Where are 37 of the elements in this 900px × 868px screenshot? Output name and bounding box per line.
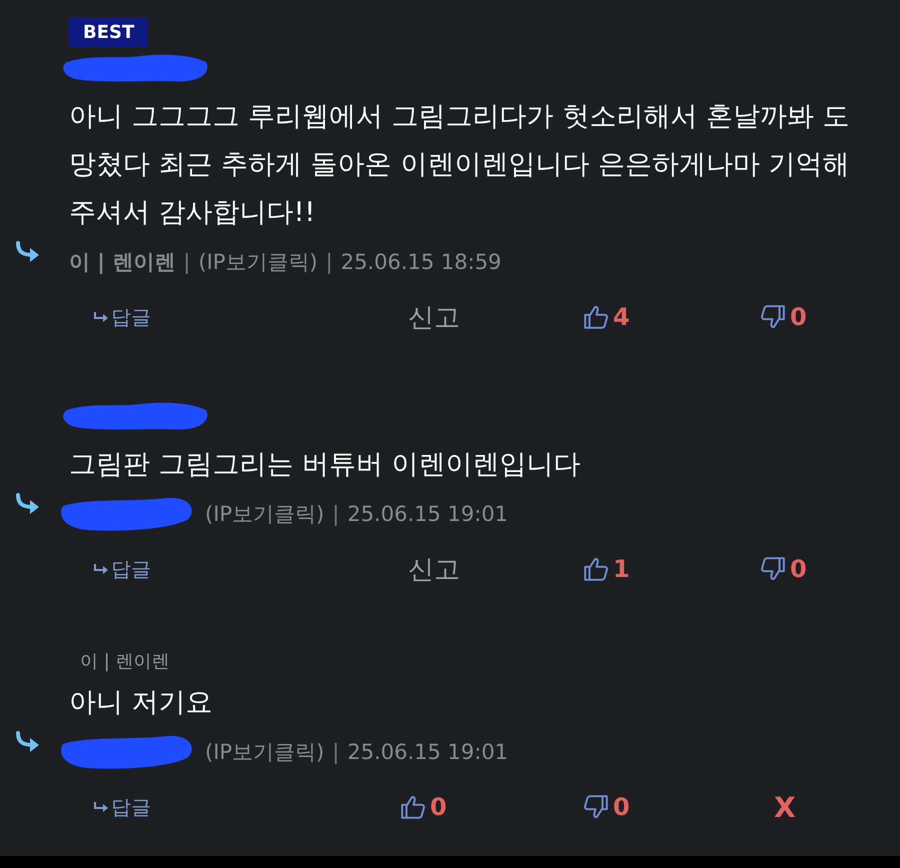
best-badge: BEST	[69, 18, 148, 47]
thumbs-down-icon	[760, 304, 786, 330]
separator: |	[326, 250, 333, 274]
dislike-button[interactable]: 0	[583, 793, 630, 821]
thumbs-down-icon	[760, 556, 786, 582]
comment-text: 그림판 그림그리는 버튜버 이렌이렌입니다	[69, 448, 582, 482]
ip-link[interactable]: (IP보기클릭)	[205, 738, 324, 766]
separator: |	[183, 250, 190, 274]
comment-text: 아니 저기요	[69, 686, 214, 720]
ip-link[interactable]: (IP보기클릭)	[198, 248, 318, 276]
reply-button[interactable]: 답글	[93, 304, 151, 330]
delete-button[interactable]: X	[774, 790, 796, 824]
comment-text: 아니 그그그그 루리웹에서 그림그리다가 헛소리해서 혼날까봐 도망쳤다 최근 추하게 돌아온 이렌이렌입니다 은은하게나마 기억해 주셔서 감사합니다!!	[69, 100, 850, 230]
author-name[interactable]: 이 | 렌이렌	[69, 248, 176, 276]
comment-date: 25.06.15 19:01	[347, 740, 508, 764]
reply-button[interactable]: 답글	[93, 794, 151, 820]
like-button[interactable]: 0	[400, 793, 447, 821]
report-button[interactable]: 신고	[408, 300, 460, 334]
comment-date: 25.06.15 19:01	[347, 502, 508, 526]
separator: |	[332, 502, 340, 526]
like-button[interactable]: 4	[583, 303, 630, 331]
reply-arrow-icon	[93, 563, 109, 575]
comment-date: 25.06.15 18:59	[340, 250, 502, 274]
reply-target-name: 이 | 렌이렌	[80, 650, 171, 673]
reply-arrow-icon	[93, 801, 109, 813]
thumbs-up-icon	[400, 794, 426, 820]
reply-arrow-icon	[93, 311, 109, 323]
ip-link[interactable]: (IP보기클릭)	[205, 500, 324, 528]
like-button[interactable]: 1	[583, 555, 630, 583]
report-button[interactable]: 신고	[408, 552, 460, 586]
thumbs-up-icon	[583, 556, 609, 582]
separator: |	[332, 740, 340, 764]
reply-button[interactable]: 답글	[93, 556, 151, 582]
thumbs-down-icon	[583, 794, 609, 820]
thumbs-up-icon	[583, 304, 609, 330]
dislike-button[interactable]: 0	[760, 303, 807, 331]
dislike-button[interactable]: 0	[760, 555, 807, 583]
